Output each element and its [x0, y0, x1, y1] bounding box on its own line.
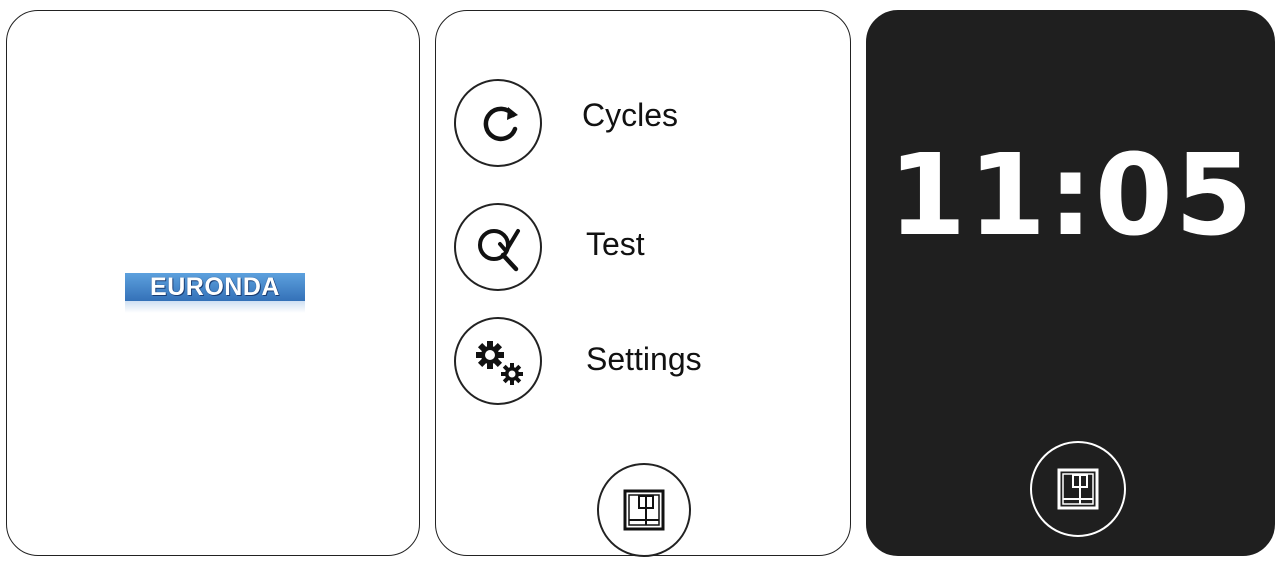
logo-reflection — [125, 301, 305, 313]
door-button[interactable] — [597, 463, 691, 557]
main-menu-screen: Cycles Test Settings — [435, 10, 851, 557]
screens-overview: EURONDA Cycles Test Settings 11:05 — [0, 0, 1279, 561]
clock-screen: 11:05 — [866, 10, 1275, 556]
clock-time: 11:05 — [888, 131, 1255, 261]
test-label: Test — [586, 226, 645, 262]
menu-item-test[interactable]: Test — [454, 203, 814, 291]
cycles-button[interactable] — [454, 79, 542, 167]
logo-text: EURONDA — [150, 273, 280, 301]
cycles-label: Cycles — [582, 97, 679, 133]
menu-item-cycles[interactable]: Cycles — [454, 79, 814, 167]
menu-item-settings[interactable]: Settings — [454, 317, 814, 405]
door-button-dark[interactable] — [1030, 441, 1126, 537]
settings-button[interactable] — [454, 317, 542, 405]
euronda-logo: EURONDA — [125, 273, 305, 313]
settings-label: Settings — [586, 341, 702, 377]
test-button[interactable] — [454, 203, 542, 291]
splash-screen: EURONDA — [6, 10, 420, 556]
